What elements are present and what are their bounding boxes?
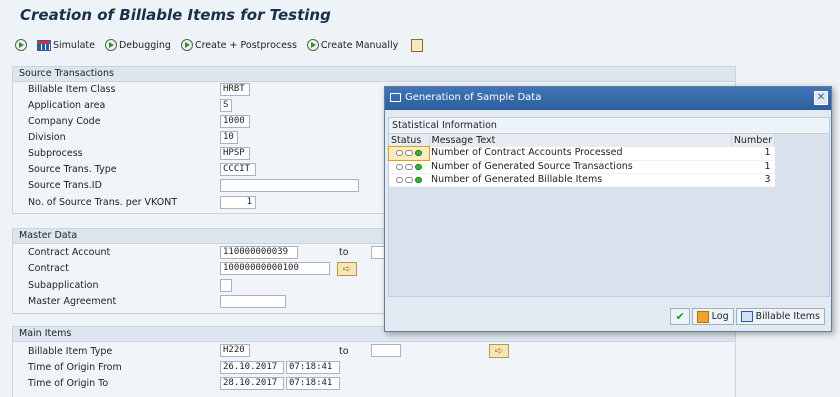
number-cell: 1 [731, 147, 775, 161]
to-label: to [339, 346, 349, 357]
debugging-button[interactable]: Debugging [102, 39, 174, 51]
source-trans-type-field[interactable]: CCCIT [220, 163, 256, 176]
multiple-selection-button[interactable] [337, 262, 357, 276]
field-label: Billable Item Type [28, 346, 113, 357]
billable-item-type-field[interactable]: H220 [220, 344, 250, 357]
statistics-table: Status Message Text Number Number of Con… [388, 134, 776, 187]
field-label: Division [28, 132, 66, 143]
column-header[interactable]: Status [389, 134, 430, 147]
close-button[interactable]: ✕ [814, 91, 828, 105]
contract-account-to-field[interactable] [371, 246, 385, 259]
dialog-titlebar[interactable]: Generation of Sample Data ✕ [385, 87, 831, 110]
execute-icon [104, 39, 117, 51]
log-icon [696, 310, 709, 323]
traffic-light-icon [396, 163, 422, 170]
execute-icon [15, 39, 27, 51]
master-agreement-field[interactable] [220, 295, 286, 308]
contract-field[interactable]: 10000000000100 [220, 262, 330, 275]
field-label: Application area [28, 100, 106, 111]
field-label: Master Agreement [28, 296, 117, 307]
field-label: Source Trans.ID [28, 180, 102, 191]
message-text-cell: Number of Generated Billable Items [429, 173, 732, 187]
field-label: Subapplication [28, 280, 99, 291]
traffic-light-icon [396, 176, 422, 183]
division-field[interactable]: 10 [220, 131, 238, 144]
section-header: Source Transactions [13, 67, 735, 82]
multiple-selection-button[interactable] [489, 344, 509, 358]
field-label: Contract [28, 263, 69, 274]
column-header[interactable]: Message Text [429, 134, 732, 147]
time-to-field[interactable]: 07:18:41 [286, 377, 340, 390]
toolbar: Simulate Debugging Create + Postprocess … [12, 35, 424, 55]
checkmark-icon: ✔ [675, 310, 685, 323]
billable-items-button[interactable]: Billable Items [735, 308, 825, 325]
application-area-field[interactable]: S [220, 99, 232, 112]
execute-icon [180, 39, 193, 51]
simulate-icon [37, 39, 51, 51]
field-label: No. of Source Trans. per VKONT [28, 197, 178, 208]
page-title: Creation of Billable Items for Testing [20, 6, 331, 24]
billable-item-type-to-field[interactable] [371, 344, 401, 357]
field-label: Contract Account [28, 247, 111, 258]
execute-icon [306, 39, 319, 51]
billable-items-icon [740, 311, 753, 322]
message-text-cell: Number of Contract Accounts Processed [429, 147, 732, 161]
clipboard-icon[interactable] [411, 38, 424, 52]
source-trans-id-field[interactable] [220, 179, 359, 192]
time-from-field[interactable]: 07:18:41 [286, 361, 340, 374]
contract-account-field[interactable]: 110000000039 [220, 246, 298, 259]
field-label: Time of Origin To [28, 378, 109, 389]
number-cell: 1 [731, 160, 775, 174]
table-row[interactable]: Number of Generated Source Transactions … [389, 160, 775, 174]
table-row[interactable]: Number of Generated Billable Items 3 [389, 173, 775, 187]
billable-item-class-field[interactable]: HRBT [220, 83, 250, 96]
generation-dialog: Generation of Sample Data ✕ Statistical … [384, 86, 832, 332]
date-to-field[interactable]: 28.10.2017 [220, 377, 284, 390]
column-header[interactable]: Number [731, 134, 776, 147]
create-manually-button[interactable]: Create Manually [304, 39, 401, 51]
field-label: Time of Origin From [28, 362, 122, 373]
traffic-light-icon [396, 150, 422, 157]
company-code-field[interactable]: 1000 [220, 115, 250, 128]
execute-button[interactable] [12, 39, 30, 51]
field-label: Billable Item Class [28, 84, 116, 95]
simulate-button[interactable]: Simulate [34, 39, 98, 51]
statistics-panel: Statistical Information Status Message T… [388, 117, 830, 297]
section-header: Statistical Information [389, 118, 829, 134]
status-cell[interactable] [389, 173, 429, 187]
field-label: Company Code [28, 116, 101, 127]
field-label: Source Trans. Type [28, 164, 117, 175]
status-cell[interactable] [389, 160, 429, 174]
message-text-cell: Number of Generated Source Transactions [429, 160, 732, 174]
number-cell: 3 [731, 173, 775, 187]
field-label: Subprocess [28, 148, 83, 159]
subapplication-field[interactable] [220, 279, 232, 292]
status-cell[interactable] [388, 146, 430, 161]
close-icon: ✕ [816, 92, 826, 103]
to-label: to [339, 247, 349, 258]
log-button[interactable]: Log [691, 308, 734, 325]
date-from-field[interactable]: 26.10.2017 [220, 361, 284, 374]
window-icon [390, 93, 401, 102]
dialog-title: Generation of Sample Data [405, 92, 542, 103]
source-trans-per-vkont-field[interactable]: 1 [220, 196, 256, 209]
create-postprocess-button[interactable]: Create + Postprocess [178, 39, 300, 51]
table-row[interactable]: Number of Contract Accounts Processed 1 [388, 146, 775, 161]
confirm-button[interactable]: ✔ [670, 308, 690, 325]
dialog-buttons: ✔ Log Billable Items [670, 308, 825, 325]
subprocess-field[interactable]: HPSP [220, 147, 250, 160]
main-items-section: Main Items Billable Item Type H220 to Ti… [12, 326, 736, 397]
